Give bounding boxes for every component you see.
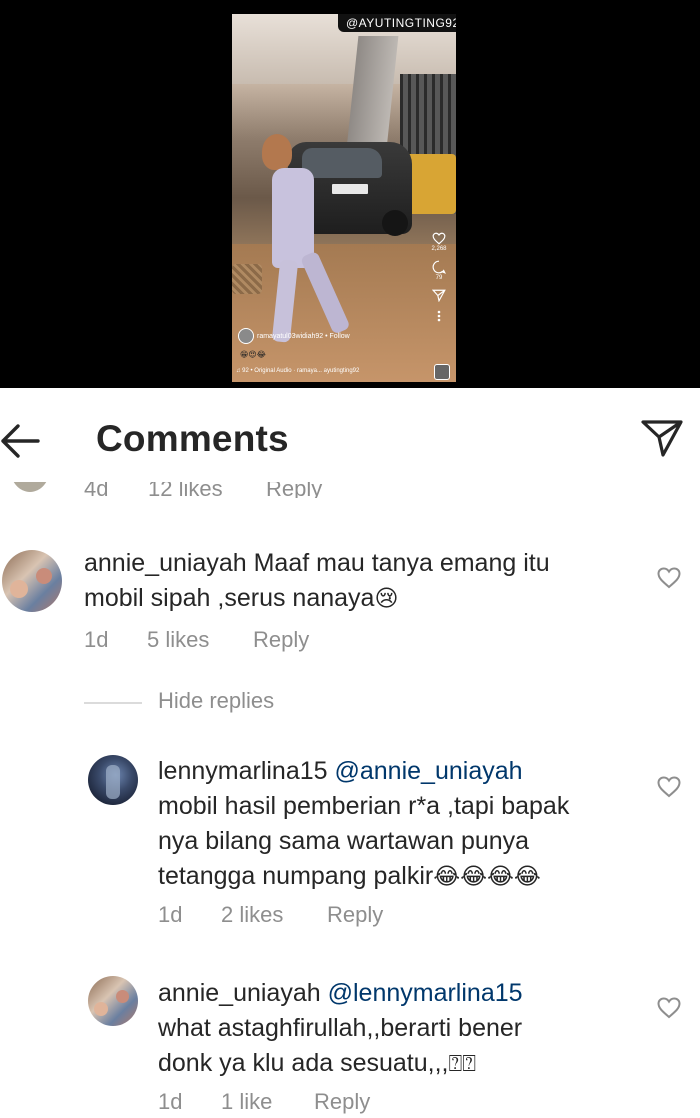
comment-username[interactable]: annie_uniayah — [84, 549, 247, 577]
comment-username[interactable]: lennymarlina15 — [158, 757, 328, 785]
previous-comment-meta: 4d 12 likes Reply — [0, 482, 700, 498]
comment-text: donk ya klu ada sesuatu,,, — [158, 1049, 449, 1077]
comment-time: 1d — [84, 627, 109, 652]
comment-text: mobil hasil pemberian r*a ,tapi bapak — [158, 792, 570, 820]
heart-icon[interactable] — [656, 566, 682, 590]
reel-author-name[interactable]: ramayatul03widiah92 • Follow — [257, 333, 350, 340]
comment-text: mobil sipah ,serus nanaya — [84, 584, 375, 612]
comment-text: what astaghfirullah,,berarti bener — [158, 1014, 523, 1042]
mention-link[interactable]: @lennymarlina15 — [328, 979, 523, 1007]
comment-time: 1d — [158, 902, 183, 927]
avatar[interactable] — [10, 482, 50, 492]
comment-icon[interactable] — [432, 260, 446, 274]
comment-text: tetangga numpang palkir — [158, 862, 434, 890]
comment-body: annie_uniayah Maaf mau tanya emang itu m… — [84, 546, 550, 616]
comment-meta: 1d 2 likes Reply — [158, 902, 383, 928]
more-options-icon[interactable] — [437, 310, 441, 322]
reply-body: annie_uniayah @lennymarlina15 what astag… — [158, 976, 523, 1081]
comment-time: 1d — [158, 1089, 183, 1114]
comment-likes[interactable]: 12 likes — [148, 482, 223, 498]
back-button[interactable] — [0, 422, 42, 460]
reel-likes-count: 2,268 — [431, 246, 447, 252]
comment-text: nya bilang sama wartawan punya — [158, 827, 530, 855]
scene-car-wheel — [382, 210, 408, 236]
avatar[interactable] — [88, 976, 138, 1026]
avatar[interactable] — [88, 755, 138, 805]
hide-replies-button[interactable]: Hide replies — [158, 688, 274, 714]
share-button[interactable] — [640, 418, 684, 458]
comment-emoji: 😂😂😂😂 — [433, 863, 541, 889]
scene-car-window — [302, 148, 382, 178]
reel-author-avatar[interactable] — [238, 328, 254, 344]
comment-text: Maaf mau tanya emang itu — [253, 549, 550, 577]
reply-button[interactable]: Reply — [327, 902, 383, 928]
reel-comments-count: 79 — [435, 275, 443, 281]
reel-audio-label[interactable]: ♫ 92 • Original Audio · ramaya... ayutin… — [236, 368, 359, 374]
reply-button[interactable]: Reply — [253, 627, 309, 653]
arrow-left-icon — [1, 424, 40, 458]
mention-link[interactable]: @annie_uniayah — [335, 757, 523, 785]
replies-divider — [84, 702, 142, 704]
comment-likes[interactable]: 2 likes — [221, 902, 327, 928]
reel-action-bar: 2,268 79 — [428, 232, 450, 322]
avatar[interactable] — [2, 550, 62, 612]
comment-emoji: 😢 — [374, 585, 399, 611]
comment-username[interactable]: annie_uniayah — [158, 979, 321, 1007]
scene-person-body — [272, 168, 314, 268]
page-title: Comments — [96, 418, 289, 459]
heart-icon[interactable] — [432, 232, 446, 245]
reply-button[interactable]: Reply — [314, 1089, 370, 1115]
scene-license-plate — [332, 184, 368, 194]
comment-emoji: ⍰⍰ — [448, 1050, 477, 1076]
comment-meta: 1d 5 likes Reply — [84, 627, 309, 653]
paper-plane-icon — [641, 420, 683, 457]
reply-body: lennymarlina15 @annie_uniayah mobil hasi… — [158, 754, 569, 894]
scene-basket — [232, 264, 262, 294]
reel-video-frame[interactable]: @AYUTINGTING92 2,268 79 ramayatul03widia… — [232, 14, 456, 382]
comment-meta: 1d 1 like Reply — [158, 1089, 370, 1115]
reel-caption: 😁😍😂 — [240, 350, 267, 359]
reel-video-area[interactable]: @AYUTINGTING92 2,268 79 ramayatul03widia… — [0, 0, 700, 388]
reply-button[interactable]: Reply — [266, 482, 322, 498]
heart-icon[interactable] — [656, 775, 682, 799]
comment-time: 4d — [84, 482, 109, 498]
comment-likes[interactable]: 5 likes — [147, 627, 253, 653]
heart-icon[interactable] — [656, 996, 682, 1020]
reel-author[interactable]: ramayatul03widiah92 • Follow — [238, 328, 350, 344]
share-icon[interactable] — [432, 289, 446, 302]
reel-watermark: @AYUTINGTING92 — [338, 14, 456, 32]
comment-likes[interactable]: 1 like — [221, 1089, 314, 1115]
scene-person-head — [262, 134, 292, 170]
audio-thumbnail[interactable] — [434, 364, 450, 380]
